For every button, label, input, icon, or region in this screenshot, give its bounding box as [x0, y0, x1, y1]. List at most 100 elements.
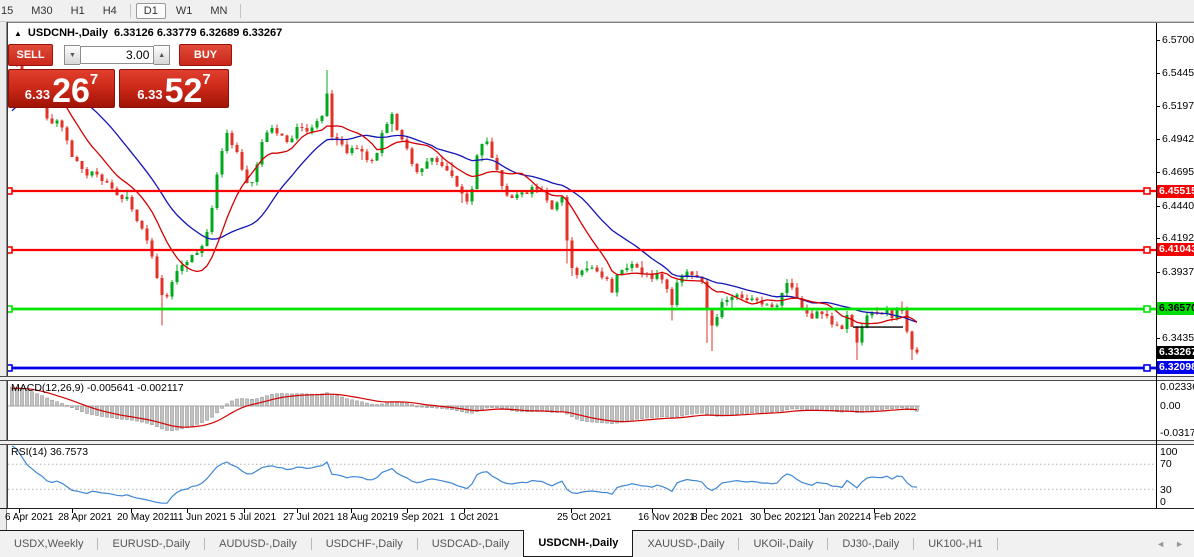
- price-axis-label: 6.34350: [1162, 332, 1194, 345]
- tab-dj30-daily[interactable]: DJ30-,Daily: [828, 531, 913, 557]
- candle-up: [125, 197, 129, 199]
- chevron-down-icon: ▼: [68, 51, 76, 59]
- macd-histogram-bar: [285, 393, 289, 407]
- macd-histogram-bar: [360, 401, 364, 407]
- price-badge-resistance-line-price: 6.45515: [1157, 184, 1194, 198]
- macd-histogram-bar: [480, 405, 484, 410]
- candle-up: [655, 274, 659, 279]
- candle-up: [175, 271, 179, 283]
- macd-histogram-bar: [650, 405, 654, 419]
- tab-ukoil-daily[interactable]: UKOil-,Daily: [739, 531, 827, 557]
- volume-decrease-button[interactable]: ▼: [64, 45, 80, 65]
- candle-down: [110, 182, 114, 189]
- tab-separator: [996, 538, 998, 550]
- price-axis-label: 6.57000: [1162, 33, 1194, 46]
- sell-button[interactable]: SELL: [8, 44, 54, 66]
- macd-histogram-bar: [425, 405, 429, 408]
- tab-scroll-right-icon[interactable]: ►: [1175, 539, 1184, 549]
- candle-up: [580, 270, 584, 275]
- price-badge-support-line-price: 6.36570: [1157, 302, 1194, 316]
- macd-histogram-bar: [620, 405, 624, 423]
- macd-histogram-bar: [340, 396, 344, 407]
- support-line-blue-handle[interactable]: [1143, 364, 1151, 372]
- candle-up: [425, 161, 429, 169]
- candle-down: [300, 126, 304, 129]
- macd-histogram-bar: [405, 402, 409, 407]
- candle-down: [165, 295, 169, 297]
- macd-histogram-bar: [735, 405, 739, 415]
- candle-up: [225, 133, 229, 151]
- candle-down: [370, 160, 374, 162]
- candle-up: [55, 120, 59, 124]
- tab-usdcad-daily[interactable]: USDCAD-,Daily: [418, 531, 524, 557]
- candle-down: [670, 288, 674, 305]
- candle-down: [660, 274, 664, 280]
- candle-down: [140, 221, 144, 229]
- macd-histogram-bar: [655, 405, 659, 418]
- date-axis-label: 21 Jan 2022: [805, 512, 861, 523]
- tab-scroll-left-icon[interactable]: ◄: [1156, 539, 1165, 549]
- volume-increase-button[interactable]: ▲: [154, 45, 171, 65]
- price-axis-tick: [1156, 238, 1160, 240]
- macd-histogram-bar: [780, 405, 784, 412]
- macd-histogram-bar: [500, 405, 504, 409]
- sell-price-button[interactable]: 6.33 26 7: [8, 69, 115, 108]
- tab-usdx-weekly[interactable]: USDX,Weekly: [0, 531, 97, 557]
- macd-histogram-bar: [740, 405, 744, 414]
- macd-histogram-bar: [50, 399, 54, 407]
- tab-eurusd-daily[interactable]: EURUSD-,Daily: [98, 531, 204, 557]
- date-axis-label: 6 Apr 2021: [5, 512, 54, 523]
- date-axis-border: [0, 508, 1194, 509]
- support-line-green-handle[interactable]: [1143, 305, 1151, 313]
- candle-up: [250, 182, 254, 184]
- price-axis-tick: [1156, 73, 1160, 75]
- tab-audusd-daily[interactable]: AUDUSD-,Daily: [205, 531, 311, 557]
- candle-up: [860, 327, 864, 343]
- macd-histogram-bar: [915, 405, 919, 412]
- resistance-line-2-handle[interactable]: [1143, 246, 1151, 254]
- sell-price-base: 6.33: [24, 87, 51, 102]
- macd-histogram-bar: [335, 395, 339, 407]
- candle-up: [430, 158, 434, 162]
- candle-down: [230, 133, 234, 145]
- buy-button[interactable]: BUY: [179, 44, 232, 66]
- macd-histogram-bar: [715, 405, 719, 417]
- macd-histogram-bar: [430, 405, 434, 409]
- macd-histogram-bar: [365, 402, 369, 407]
- macd-histogram-bar: [170, 405, 174, 431]
- candle-up: [315, 121, 319, 128]
- candle-down: [400, 129, 404, 140]
- macd-panel-divider[interactable]: [0, 376, 1194, 381]
- candle-up: [750, 298, 754, 300]
- rsi-panel-divider[interactable]: [0, 440, 1194, 445]
- candle-down: [855, 327, 859, 343]
- candle-down: [850, 314, 854, 328]
- sell-price-pips: 26: [52, 72, 90, 110]
- candle-down: [610, 278, 614, 293]
- rsi-axis-label: 30: [1160, 484, 1172, 496]
- macd-histogram-bar: [190, 405, 194, 427]
- macd-histogram-bar: [225, 403, 229, 407]
- date-axis-label: 8 Dec 2021: [692, 512, 744, 523]
- candle-down: [665, 279, 669, 289]
- candle-up: [195, 253, 199, 256]
- collapse-triangle-icon[interactable]: ▲: [14, 29, 22, 38]
- candle-down: [95, 171, 99, 175]
- tab-usdcnh-daily[interactable]: USDCNH-,Daily: [523, 530, 634, 557]
- candle-down: [640, 267, 644, 274]
- candle-down: [740, 294, 744, 299]
- macd-histogram-bar: [790, 405, 794, 410]
- rsi-panel[interactable]: [8, 445, 1156, 504]
- candle-down: [455, 175, 459, 187]
- candle-down: [460, 186, 464, 194]
- buy-price-button[interactable]: 6.33 52 7: [119, 69, 229, 108]
- macd-histogram-bar: [725, 405, 729, 416]
- candle-up: [480, 144, 484, 156]
- candle-up: [520, 192, 524, 195]
- macd-histogram-bar: [140, 405, 144, 423]
- tab-usdchf-daily[interactable]: USDCHF-,Daily: [312, 531, 417, 557]
- tab-xauusd-daily[interactable]: XAUUSD-,Daily: [633, 531, 738, 557]
- resistance-line-1-handle[interactable]: [1143, 187, 1151, 195]
- volume-input[interactable]: 3.00: [79, 46, 155, 64]
- tab-uk100-h1[interactable]: UK100-,H1: [914, 531, 996, 557]
